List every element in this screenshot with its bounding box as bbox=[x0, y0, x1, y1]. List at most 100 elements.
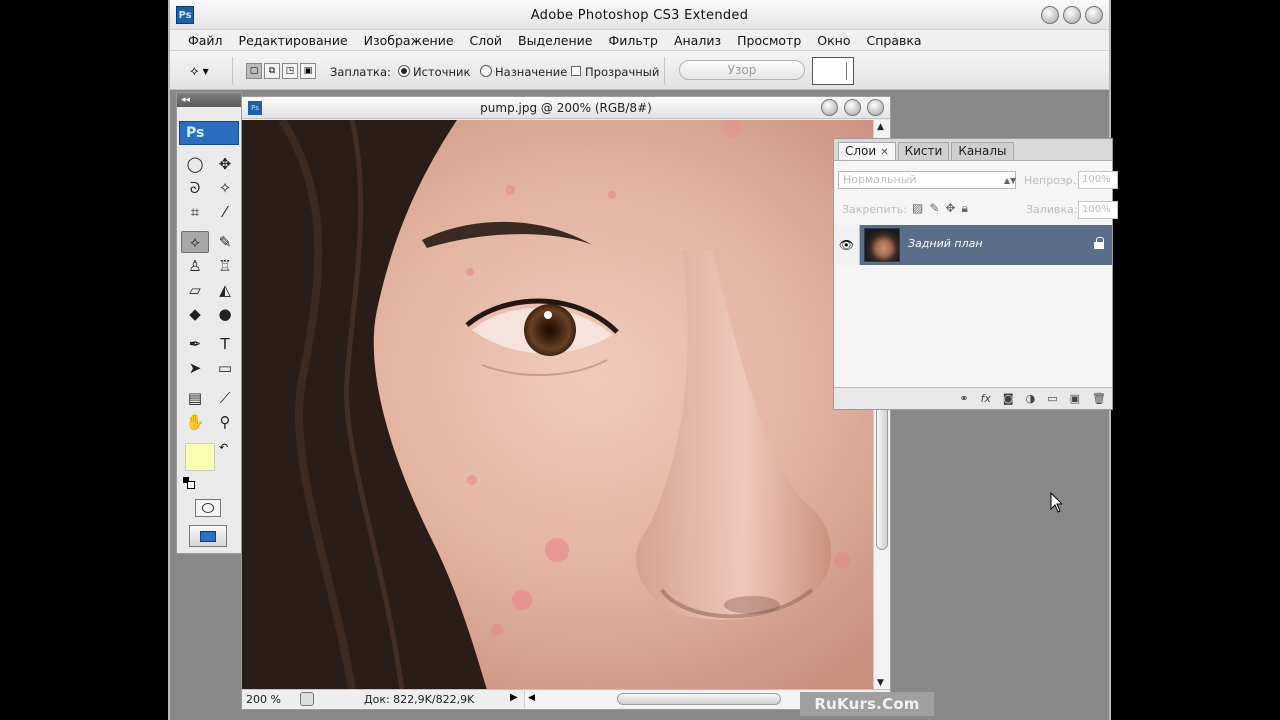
menu-help[interactable]: Справка bbox=[858, 33, 929, 48]
separator bbox=[232, 57, 233, 85]
lasso-tool-icon[interactable]: ᘐ bbox=[181, 177, 209, 199]
lock-pixels-icon[interactable]: ✎ bbox=[929, 201, 939, 216]
menu-select[interactable]: Выделение bbox=[510, 33, 600, 48]
menu-analysis[interactable]: Анализ bbox=[666, 33, 729, 48]
screen-mode-button[interactable] bbox=[189, 525, 227, 547]
scroll-left-icon[interactable]: ◀ bbox=[528, 693, 535, 703]
link-layers-icon[interactable]: ⚭ bbox=[959, 392, 968, 405]
zoom-tool-icon[interactable]: ⚲ bbox=[211, 411, 239, 433]
fill-input[interactable]: 100% bbox=[1078, 201, 1118, 219]
mouse-cursor-icon bbox=[1050, 491, 1064, 514]
menu-image[interactable]: Изображение bbox=[356, 33, 462, 48]
menu-layer[interactable]: Слой bbox=[462, 33, 511, 48]
rectangle-tool-icon[interactable]: ▭ bbox=[211, 357, 239, 379]
doc-minimize-button[interactable] bbox=[821, 99, 838, 116]
doc-close-button[interactable] bbox=[867, 99, 884, 116]
chevron-down-icon: ▼ bbox=[202, 66, 209, 76]
pen-tool-icon[interactable]: ✒ bbox=[181, 333, 209, 355]
separator bbox=[664, 57, 665, 85]
new-group-icon[interactable]: ▭ bbox=[1047, 392, 1057, 405]
notes-tool-icon[interactable]: ▤ bbox=[181, 387, 209, 409]
eyedropper-tool-icon[interactable]: ⟋ bbox=[211, 387, 239, 409]
menu-file[interactable]: Файл bbox=[180, 33, 231, 48]
hand-tool-icon[interactable]: ✋ bbox=[181, 411, 209, 433]
menu-window[interactable]: Окно bbox=[809, 33, 858, 48]
layer-row[interactable]: 👁︎ Задний план bbox=[834, 225, 1112, 265]
magic-wand-tool-icon[interactable]: ✧ bbox=[211, 177, 239, 199]
menu-view[interactable]: Просмотр bbox=[729, 33, 809, 48]
pattern-picker[interactable] bbox=[812, 57, 854, 85]
tool-group-gap bbox=[181, 381, 239, 385]
zoom-level-field[interactable]: 200 % bbox=[246, 693, 296, 707]
type-tool-icon[interactable]: T bbox=[211, 333, 239, 355]
use-pattern-button[interactable]: Узор bbox=[679, 60, 805, 80]
source-radio[interactable] bbox=[398, 65, 410, 77]
transparent-checkbox[interactable] bbox=[571, 66, 581, 76]
portrait-photo bbox=[242, 120, 874, 690]
close-button[interactable] bbox=[1085, 6, 1103, 24]
patch-tool-icon[interactable]: ⟡ bbox=[181, 231, 209, 253]
subtract-selection-button[interactable]: ◳ bbox=[282, 63, 298, 79]
transparent-label[interactable]: Прозрачный bbox=[585, 65, 659, 79]
lock-all-icon[interactable]: 🔒︎ bbox=[961, 201, 967, 216]
opacity-input[interactable]: 100% bbox=[1078, 171, 1118, 189]
stamp-tool-icon[interactable]: ♙ bbox=[181, 255, 209, 277]
dodge-tool-icon[interactable]: ● bbox=[211, 303, 239, 325]
foreground-color-swatch[interactable] bbox=[185, 443, 215, 471]
blend-mode-select[interactable]: Нормальный bbox=[838, 171, 1016, 189]
menu-filter[interactable]: Фильтр bbox=[600, 33, 665, 48]
swap-colors-icon[interactable]: ↶ bbox=[219, 441, 228, 454]
history-brush-tool-icon[interactable]: ♖ bbox=[211, 255, 239, 277]
slice-tool-icon[interactable]: ⁄ bbox=[211, 201, 239, 223]
brush-tool-icon[interactable]: ✎ bbox=[211, 231, 239, 253]
scroll-down-icon[interactable]: ▼ bbox=[877, 678, 884, 688]
layer-style-icon[interactable]: fx bbox=[981, 392, 991, 405]
chevron-down-icon: ▲▼ bbox=[1003, 175, 1017, 185]
tool-preset-picker[interactable]: ⟡ ▼ bbox=[190, 62, 226, 80]
color-swatches: ↶ bbox=[183, 441, 235, 489]
toolbox-logo: Ps bbox=[179, 121, 239, 145]
add-selection-button[interactable]: ⧉ bbox=[264, 63, 280, 79]
eraser-tool-icon[interactable]: ▱ bbox=[181, 279, 209, 301]
toolbox-collapse-button[interactable]: ◂◂ bbox=[177, 93, 241, 107]
path-selection-tool-icon[interactable]: ➤ bbox=[181, 357, 209, 379]
layer-mask-icon[interactable]: ◙ bbox=[1003, 392, 1014, 405]
lock-position-icon[interactable]: ✥ bbox=[945, 201, 955, 216]
adjustment-layer-icon[interactable]: ◑ bbox=[1026, 392, 1036, 405]
marquee-tool-icon[interactable]: ◯ bbox=[181, 153, 209, 175]
default-colors-icon[interactable] bbox=[183, 477, 195, 489]
document-title-bar[interactable]: Ps pump.jpg @ 200% (RGB/8#) bbox=[242, 97, 890, 119]
paint-bucket-tool-icon[interactable]: ◭ bbox=[211, 279, 239, 301]
minimize-button[interactable] bbox=[1041, 6, 1059, 24]
source-label[interactable]: Источник bbox=[413, 65, 470, 79]
tab-channels[interactable]: Каналы bbox=[951, 142, 1014, 160]
fill-label: Заливка: bbox=[1026, 203, 1078, 216]
tab-layers[interactable]: Слои ✕ bbox=[838, 142, 896, 160]
maximize-button[interactable] bbox=[1063, 6, 1081, 24]
quick-mask-button[interactable] bbox=[195, 499, 221, 517]
status-options-icon[interactable] bbox=[300, 692, 314, 706]
tab-brushes[interactable]: Кисти bbox=[897, 142, 950, 160]
doc-maximize-button[interactable] bbox=[844, 99, 861, 116]
destination-label[interactable]: Назначение bbox=[495, 65, 567, 79]
crop-tool-icon[interactable]: ⌗ bbox=[181, 201, 209, 223]
scroll-up-icon[interactable]: ▲ bbox=[877, 122, 884, 132]
menu-edit[interactable]: Редактирование bbox=[231, 33, 356, 48]
document-title: pump.jpg @ 200% (RGB/8#) bbox=[480, 101, 652, 115]
delete-layer-icon[interactable]: 🗑︎ bbox=[1092, 392, 1106, 405]
move-tool-icon[interactable]: ✥ bbox=[211, 153, 239, 175]
layers-panel: Слои ✕ Кисти Каналы Нормальный ▲▼ Непрозр… bbox=[833, 138, 1118, 410]
patch-label: Заплатка: bbox=[330, 65, 391, 79]
photoshop-window: Ps Adobe Photoshop CS3 Extended Файл Ред… bbox=[168, 0, 1118, 720]
new-layer-icon[interactable]: ▣ bbox=[1070, 392, 1080, 405]
lock-transparency-icon[interactable]: ▨ bbox=[912, 201, 923, 216]
status-menu-arrow-icon[interactable]: ▶ bbox=[510, 692, 518, 703]
horizontal-scroll-thumb[interactable] bbox=[617, 693, 781, 705]
intersect-selection-button[interactable]: ▣ bbox=[300, 63, 316, 79]
destination-radio[interactable] bbox=[480, 65, 492, 77]
close-icon[interactable]: ✕ bbox=[880, 147, 888, 158]
eye-icon[interactable]: 👁︎ bbox=[834, 225, 860, 265]
new-selection-button[interactable]: ▢ bbox=[246, 63, 262, 79]
image-canvas[interactable] bbox=[242, 120, 874, 690]
blur-tool-icon[interactable]: ◆ bbox=[181, 303, 209, 325]
